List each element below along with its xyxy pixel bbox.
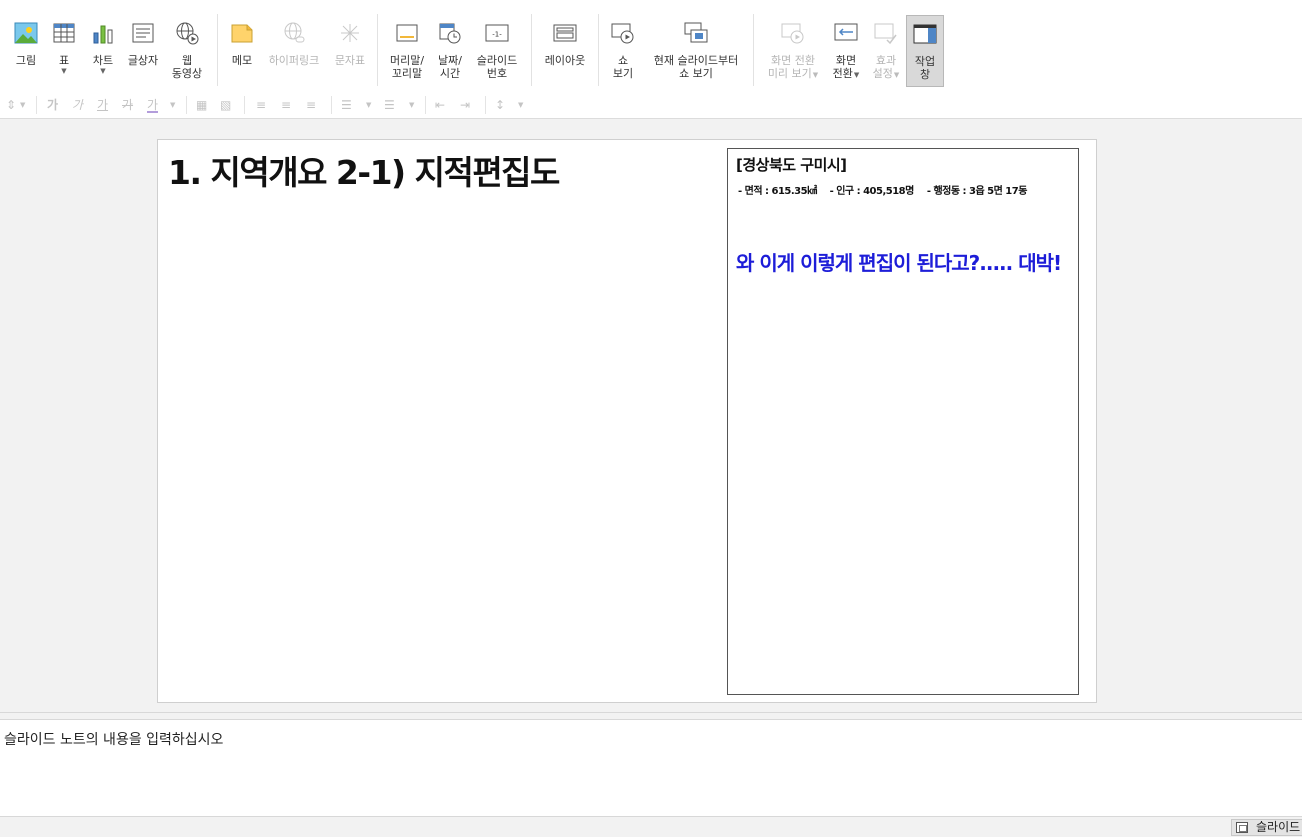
numbered-list-icon[interactable]: ☰ bbox=[384, 97, 395, 113]
memo-button[interactable]: 메모 bbox=[222, 15, 262, 87]
align-left-icon[interactable]: ≡ bbox=[256, 97, 266, 113]
label: 작업 창 bbox=[914, 55, 936, 81]
symbol-button[interactable]: 문자표 bbox=[330, 15, 370, 87]
chevron-down-icon[interactable]: ▼ bbox=[170, 97, 175, 113]
label: 현재 슬라이드부터 쇼 보기 bbox=[653, 54, 739, 80]
picture-icon bbox=[14, 22, 38, 44]
ribbon-separator bbox=[753, 14, 754, 86]
format-toolbar: ⇕ ▼ 가 가 가 가 가 ▼ ▦ ▧ ≡ ≡ ≡ ☰ ▼ ☰ ▼ ⇤ ⇥ ↕ … bbox=[0, 92, 1302, 119]
effect-settings-icon bbox=[874, 23, 897, 45]
ribbon-separator bbox=[217, 14, 218, 86]
districts-stat: - 행정동 : 3읍 5면 17동 bbox=[926, 186, 1028, 197]
chevron-down-icon[interactable]: ▼ bbox=[366, 97, 371, 113]
decrease-indent-icon[interactable]: ⇤ bbox=[435, 97, 445, 113]
task-pane-button[interactable]: 작업 창 bbox=[906, 15, 944, 87]
info-stats: - 면적 : 615.35㎢ - 인구 : 405,518명 - 행정동 : 3… bbox=[738, 182, 1037, 197]
slideshow-current-icon bbox=[684, 22, 708, 43]
label: 슬라이드 번호 bbox=[476, 54, 518, 80]
slide-notes-pane[interactable]: 슬라이드 노트의 내용을 입력하십시오 bbox=[0, 720, 1302, 816]
notes-splitter[interactable] bbox=[0, 712, 1302, 720]
transition-preview-icon bbox=[781, 23, 804, 44]
increase-indent-icon[interactable]: ⇥ bbox=[460, 97, 470, 113]
hyperlink-icon bbox=[284, 22, 305, 43]
format-clear-icon[interactable]: ▧ bbox=[220, 97, 231, 113]
font-color-button[interactable]: 가 bbox=[147, 97, 159, 113]
table-icon bbox=[53, 23, 75, 43]
slideshow-icon bbox=[611, 23, 634, 44]
insert-picture-button[interactable]: 그림 bbox=[6, 15, 46, 87]
ribbon-toolbar: 그림 표 ▼ 차트 ▼ 글상자 웹 동영상 메모 하이퍼링크 문자표 머리말/ … bbox=[0, 0, 1302, 92]
insert-web-video-button[interactable]: 웹 동영상 bbox=[167, 15, 207, 87]
area-stat: - 면적 : 615.35㎢ bbox=[738, 186, 817, 197]
align-center-icon[interactable]: ≡ bbox=[281, 97, 291, 113]
header-footer-icon bbox=[396, 24, 418, 42]
slide-number-button[interactable]: -1- 슬라이드 번호 bbox=[477, 15, 517, 87]
format-copy-icon[interactable]: ▦ bbox=[196, 97, 207, 113]
bold-button[interactable]: 가 bbox=[47, 97, 58, 113]
hyperlink-button[interactable]: 하이퍼링크 bbox=[269, 15, 319, 87]
slide-number-icon: -1- bbox=[485, 24, 509, 42]
memo-icon bbox=[231, 24, 253, 43]
highlight-note: 와 이게 이렇게 편집이 된다고?..... 대박! bbox=[736, 251, 1062, 275]
layout-icon bbox=[553, 24, 577, 42]
slide-view-label: 슬라이드 bbox=[1256, 820, 1301, 834]
notes-placeholder: 슬라이드 노트의 내용을 입력하십시오 bbox=[4, 732, 224, 748]
italic-button[interactable]: 가 bbox=[72, 97, 83, 113]
status-bar: 슬라이드 bbox=[0, 816, 1302, 837]
info-heading: [경상북도 구미시] bbox=[736, 156, 847, 174]
toolbar-separator bbox=[331, 96, 332, 114]
align-right-icon[interactable]: ≡ bbox=[306, 97, 316, 113]
underline-button[interactable]: 가 bbox=[97, 97, 108, 113]
calendar-clock-icon bbox=[439, 23, 461, 44]
insert-table-button[interactable]: 표 ▼ bbox=[44, 15, 84, 87]
svg-text:-1-: -1- bbox=[492, 31, 502, 39]
symbol-icon bbox=[341, 24, 359, 42]
textbox-icon bbox=[132, 23, 154, 43]
globe-video-icon bbox=[176, 22, 199, 45]
slide-title[interactable]: 1. 지역개요 2-1) 지적편집도 bbox=[168, 146, 560, 194]
population-stat: - 인구 : 405,518명 bbox=[829, 186, 915, 197]
strikethrough-button[interactable]: 가 bbox=[122, 97, 133, 113]
toolbar-separator bbox=[244, 96, 245, 114]
toolbar-separator bbox=[425, 96, 426, 114]
chevron-down-icon[interactable]: ▼ bbox=[20, 97, 25, 113]
font-size-stepper-icon[interactable]: ⇕ bbox=[6, 97, 16, 113]
chevron-down-icon[interactable]: ▼ bbox=[518, 97, 523, 113]
layout-button[interactable]: 레이아웃 bbox=[545, 15, 585, 87]
toolbar-separator bbox=[485, 96, 486, 114]
bar-chart-icon bbox=[93, 25, 113, 44]
show-from-current-slide-button[interactable]: 현재 슬라이드부터 쇼 보기 bbox=[654, 15, 738, 87]
bullet-list-icon[interactable]: ☰ bbox=[341, 97, 352, 113]
insert-chart-button[interactable]: 차트 ▼ bbox=[83, 15, 123, 87]
slide-view-icon bbox=[1236, 822, 1248, 833]
toolbar-separator bbox=[36, 96, 37, 114]
slide-editor-area: 1. 지역개요 2-1) 지적편집도 [경상북도 구미시] - 면적 : 615… bbox=[0, 120, 1302, 712]
transition-preview-button[interactable]: 화면 전환 미리 보기▼ bbox=[768, 15, 818, 87]
toolbar-separator bbox=[186, 96, 187, 114]
line-spacing-icon[interactable]: ↕ bbox=[495, 97, 505, 113]
transition-icon bbox=[834, 23, 858, 41]
slide-canvas[interactable]: 1. 지역개요 2-1) 지적편집도 [경상북도 구미시] - 면적 : 615… bbox=[157, 139, 1097, 703]
slide-view-button[interactable]: 슬라이드 bbox=[1231, 819, 1302, 836]
info-textbox[interactable]: [경상북도 구미시] - 면적 : 615.35㎢ - 인구 : 405,518… bbox=[727, 148, 1079, 695]
chevron-down-icon[interactable]: ▼ bbox=[409, 97, 414, 113]
ribbon-separator bbox=[531, 14, 532, 86]
task-pane-icon bbox=[913, 24, 937, 44]
